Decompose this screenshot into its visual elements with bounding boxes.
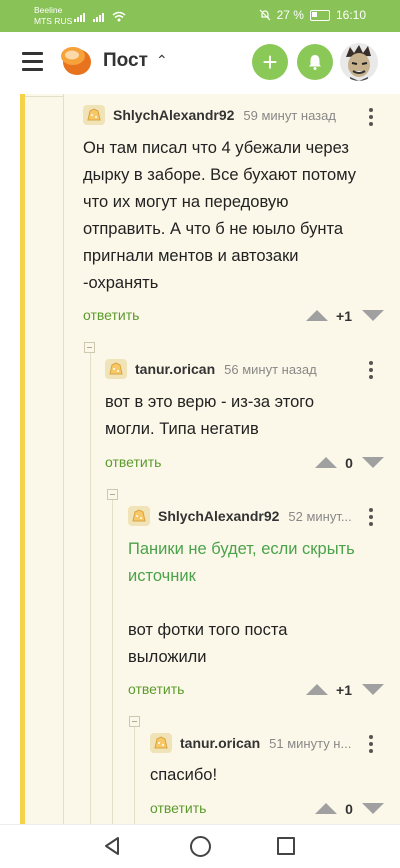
comment-header: ShlychAlexandr92 59 минут назад xyxy=(83,104,336,126)
battery-icon xyxy=(309,9,330,21)
author-name[interactable]: tanur.orican xyxy=(180,735,260,751)
comment-text: вот в это верю - из-за этого могли. Типа… xyxy=(105,393,315,438)
author-avatar[interactable] xyxy=(150,733,172,753)
author-avatar[interactable] xyxy=(128,506,150,526)
comments-thread: ShlychAlexandr92 59 минут назад Он там п… xyxy=(0,94,400,824)
downvote-icon[interactable] xyxy=(362,803,384,814)
collapse-thread-button[interactable] xyxy=(84,342,95,353)
upvote-icon[interactable] xyxy=(306,310,328,321)
comment-text: спасибо! xyxy=(150,766,218,784)
quoted-text: Паники не будет, если скрыть источник xyxy=(128,540,355,585)
thread-line xyxy=(134,718,135,824)
menu-icon[interactable] xyxy=(22,52,43,76)
comment-score: +1 xyxy=(336,308,352,324)
comment-score: 0 xyxy=(345,801,353,817)
comment-header: tanur.orican 51 минуту н... xyxy=(150,732,351,754)
status-bar: Beeline MTS RUS 27 % 16:10 xyxy=(0,0,400,32)
more-options-icon[interactable] xyxy=(369,108,373,126)
reply-link[interactable]: ответить xyxy=(150,800,206,816)
comment-text: Он там писал что 4 убежали через дырку в… xyxy=(83,139,356,292)
more-options-icon[interactable] xyxy=(369,508,373,526)
back-icon[interactable] xyxy=(103,836,121,856)
comment-header: ShlychAlexandr92 52 минут... xyxy=(128,505,352,527)
downvote-icon[interactable] xyxy=(362,684,384,695)
mute-icon xyxy=(259,9,271,21)
add-post-button[interactable]: + xyxy=(252,44,288,80)
wifi-icon xyxy=(112,11,126,22)
clock: 16:10 xyxy=(335,8,366,22)
comment-text: вот фотки того поста выложили xyxy=(128,621,288,666)
comment-time[interactable]: 52 минут... xyxy=(288,509,351,524)
status-right: 27 % 16:10 xyxy=(259,8,366,22)
author-name[interactable]: ShlychAlexandr92 xyxy=(158,508,279,524)
upvote-icon[interactable] xyxy=(315,803,337,814)
home-icon[interactable] xyxy=(190,836,211,857)
pikabu-logo[interactable] xyxy=(60,45,92,77)
signal-indicators xyxy=(74,11,126,22)
more-options-icon[interactable] xyxy=(369,735,373,753)
collapse-thread-button[interactable] xyxy=(107,489,118,500)
more-options-icon[interactable] xyxy=(369,361,373,379)
author-avatar[interactable] xyxy=(105,359,127,379)
signal-icon xyxy=(74,13,85,22)
page-title[interactable]: Пост xyxy=(103,50,148,72)
app-header: Пост ⌃ + xyxy=(0,32,400,94)
thread-panel: ShlychAlexandr92 59 минут назад Он там п… xyxy=(20,94,400,824)
thread-line xyxy=(25,96,63,97)
reply-link[interactable]: ответить xyxy=(105,454,161,470)
recent-apps-icon[interactable] xyxy=(277,837,295,855)
upvote-icon[interactable] xyxy=(315,457,337,468)
user-avatar[interactable] xyxy=(340,43,378,81)
upvote-icon[interactable] xyxy=(306,684,328,695)
collapse-thread-button[interactable] xyxy=(129,716,140,727)
reply-link[interactable]: ответить xyxy=(83,307,139,323)
comment-time[interactable]: 59 минут назад xyxy=(243,108,336,123)
battery-percent: 27 % xyxy=(276,8,304,22)
downvote-icon[interactable] xyxy=(362,310,384,321)
carrier-info: Beeline MTS RUS xyxy=(34,5,72,27)
carrier-name-2: MTS RUS xyxy=(34,16,73,26)
thread-marker xyxy=(20,94,25,824)
comment-score: +1 xyxy=(336,682,352,698)
notifications-button[interactable] xyxy=(297,44,333,80)
thread-line xyxy=(112,491,113,824)
system-nav-bar xyxy=(0,824,400,868)
comment-time[interactable]: 51 минуту н... xyxy=(269,736,351,751)
chevron-up-icon[interactable]: ⌃ xyxy=(156,52,168,69)
avatar-image xyxy=(346,45,371,81)
bell-icon xyxy=(309,55,321,70)
author-avatar[interactable] xyxy=(83,105,105,125)
comment-score: 0 xyxy=(345,455,353,471)
author-name[interactable]: ShlychAlexandr92 xyxy=(113,107,234,123)
downvote-icon[interactable] xyxy=(362,457,384,468)
carrier-name-1: Beeline xyxy=(34,5,63,15)
thread-line xyxy=(63,94,64,824)
thread-line xyxy=(90,344,91,824)
signal-icon xyxy=(93,13,104,22)
reply-link[interactable]: ответить xyxy=(128,681,184,697)
comment-time[interactable]: 56 минут назад xyxy=(224,362,317,377)
comment-header: tanur.orican 56 минут назад xyxy=(105,358,317,380)
author-name[interactable]: tanur.orican xyxy=(135,361,215,377)
